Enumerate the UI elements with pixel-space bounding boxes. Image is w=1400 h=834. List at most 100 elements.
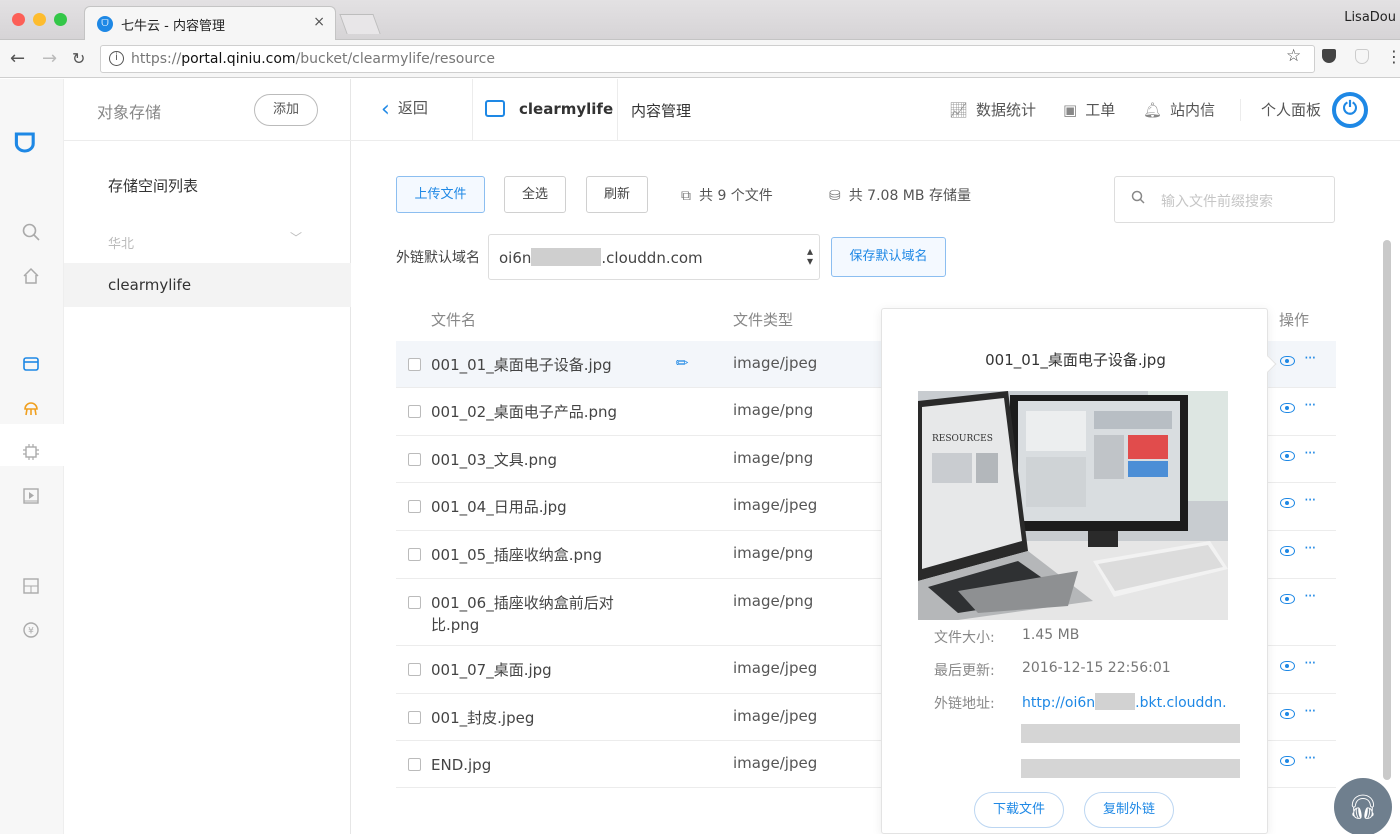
bookmark-star-icon[interactable]: ☆ (1286, 46, 1301, 66)
url-input[interactable]: i https://portal.qiniu.com/bucket/clearm… (100, 45, 1315, 73)
more-icon[interactable]: ··· (1304, 396, 1316, 414)
eye-icon[interactable] (1280, 661, 1295, 671)
breadcrumb-bucket[interactable]: clearmylife (519, 100, 613, 118)
file-type: image/png (733, 401, 814, 419)
pencil-icon[interactable]: ✎ (671, 352, 693, 374)
search-input[interactable]: 输入文件前缀搜索 (1114, 176, 1335, 223)
page-scrollbar[interactable] (1383, 240, 1391, 780)
chevron-down-icon[interactable]: ﹀ (290, 229, 302, 246)
more-icon[interactable]: ··· (1304, 587, 1316, 605)
url-text: https://portal.qiniu.com/bucket/clearmyl… (131, 51, 495, 67)
back-link[interactable]: ‹ 返回 (381, 97, 428, 122)
more-icon[interactable]: ··· (1304, 444, 1316, 462)
copy-link-button[interactable]: 复制外链 (1084, 792, 1174, 828)
file-name[interactable]: 001_01_桌面电子设备.jpg (431, 354, 651, 376)
eye-icon[interactable] (1280, 451, 1295, 461)
robot-icon[interactable] (20, 399, 42, 421)
column-header-type[interactable]: 文件类型 (733, 309, 793, 330)
column-header-ops: 操作 (1279, 311, 1310, 329)
link-value[interactable]: http://oi6n .bkt.clouddn. (1022, 693, 1227, 711)
screen-text: RESOURCES (932, 434, 993, 444)
tab-close-icon[interactable]: × (313, 14, 325, 30)
upload-button[interactable]: 上传文件 (396, 176, 485, 213)
more-icon[interactable]: ··· (1304, 539, 1316, 557)
redaction-block (1021, 724, 1240, 743)
row-checkbox[interactable] (408, 453, 421, 466)
eye-icon[interactable] (1280, 498, 1295, 508)
file-name[interactable]: 001_06_插座收纳盒前后对比.png (431, 592, 651, 636)
size-value: 1.45 MB (1022, 627, 1080, 643)
info-icon[interactable]: i (109, 51, 124, 66)
select-all-button[interactable]: 全选 (504, 176, 566, 213)
refresh-button[interactable]: 刷新 (586, 176, 648, 213)
sidebar-item-clearmylife[interactable]: clearmylife (64, 263, 351, 307)
more-icon[interactable]: ··· (1304, 749, 1316, 767)
eye-icon[interactable] (1280, 546, 1295, 556)
redaction-block (531, 248, 602, 266)
minimize-window-button[interactable] (33, 13, 46, 26)
domain-select[interactable]: oi6n .clouddn.com ▴ ▾ (488, 234, 820, 280)
zoom-window-button[interactable] (54, 13, 67, 26)
eye-icon[interactable] (1280, 356, 1295, 366)
row-checkbox[interactable] (408, 500, 421, 513)
messages-link[interactable]: 🔔︎ 站内信 (1143, 99, 1215, 120)
shield-extension-icon[interactable] (1355, 49, 1369, 64)
link-label: 外链地址: (934, 696, 995, 712)
preview-image[interactable]: RESOURCES (918, 391, 1228, 620)
reload-icon[interactable]: ↻ (72, 49, 85, 68)
file-type: image/jpeg (733, 659, 818, 677)
search-icon[interactable] (20, 223, 42, 245)
file-name[interactable]: 001_05_插座收纳盒.png (431, 544, 651, 566)
eye-icon[interactable] (1280, 403, 1295, 413)
coin-icon[interactable]: ¥ (20, 621, 42, 643)
ticket-link[interactable]: ▣ 工单 (1063, 99, 1115, 120)
save-domain-button[interactable]: 保存默认域名 (831, 237, 946, 277)
media-icon[interactable] (20, 487, 42, 509)
region-label[interactable]: 华北 (108, 233, 134, 252)
bucket-list-heading[interactable]: 存储空间列表 (108, 175, 198, 196)
chip-icon[interactable] (20, 443, 42, 465)
close-window-button[interactable] (12, 13, 25, 26)
back-arrow-icon[interactable]: ← (10, 48, 25, 69)
row-checkbox[interactable] (408, 405, 421, 418)
eye-icon[interactable] (1280, 756, 1295, 766)
logo-icon[interactable]: ᗜ (14, 129, 36, 160)
profile-name[interactable]: LisaDou (1344, 10, 1396, 25)
browser-menu-icon[interactable]: ⋮ (1386, 47, 1400, 66)
row-checkbox[interactable] (408, 758, 421, 771)
power-icon[interactable]: ⏻ (1332, 92, 1368, 128)
forward-arrow-icon[interactable]: → (42, 48, 57, 69)
file-name[interactable]: 001_07_桌面.jpg (431, 659, 651, 681)
more-icon[interactable]: ··· (1304, 654, 1316, 672)
file-name[interactable]: 001_02_桌面电子产品.png (431, 401, 651, 423)
stats-link[interactable]: 📈︎ 数据统计 (949, 99, 1036, 120)
download-button[interactable]: 下载文件 (974, 792, 1064, 828)
file-name[interactable]: 001_03_文具.png (431, 449, 651, 471)
row-checkbox[interactable] (408, 596, 421, 609)
bucket-icon[interactable] (20, 355, 42, 377)
row-checkbox[interactable] (408, 358, 421, 371)
eye-icon[interactable] (1280, 709, 1295, 719)
headset-support-button[interactable]: 🎧︎ (1334, 778, 1392, 834)
file-name[interactable]: 001_04_日用品.jpg (431, 496, 651, 518)
more-icon[interactable]: ··· (1304, 349, 1316, 367)
file-type: image/jpeg (733, 354, 818, 372)
grid-icon[interactable] (20, 577, 42, 599)
resource-panel: 上传文件 全选 刷新 ⧉ 共 9 个文件 ⛁ 共 7.08 MB 存储量 输入文件前… (351, 141, 1400, 834)
more-icon[interactable]: ··· (1304, 491, 1316, 509)
file-name[interactable]: 001_封皮.jpeg (431, 707, 651, 729)
browser-tab[interactable]: ᗜ 七牛云 - 内容管理 × (84, 6, 336, 40)
file-name[interactable]: END.jpg (431, 754, 651, 776)
new-tab-button[interactable] (339, 14, 381, 34)
row-checkbox[interactable] (408, 548, 421, 561)
row-checkbox[interactable] (408, 663, 421, 676)
more-icon[interactable]: ··· (1304, 702, 1316, 720)
eye-icon[interactable] (1280, 594, 1295, 604)
search-placeholder: 输入文件前缀搜索 (1161, 194, 1273, 210)
add-bucket-button[interactable]: 添加 (254, 94, 318, 126)
extension-icon[interactable] (1322, 49, 1336, 63)
personal-panel-link[interactable]: 个人面板 (1261, 99, 1321, 120)
row-checkbox[interactable] (408, 711, 421, 724)
home-icon[interactable] (20, 267, 42, 289)
column-header-name[interactable]: 文件名 (431, 309, 476, 330)
